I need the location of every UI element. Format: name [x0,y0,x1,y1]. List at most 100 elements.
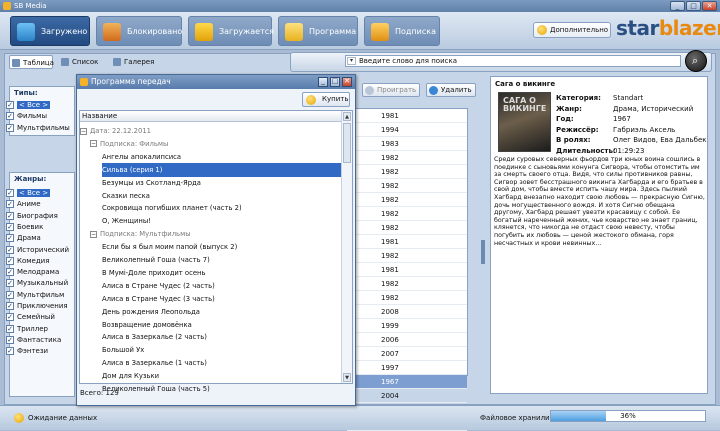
program-item[interactable]: Если бы я был моим папой (выпуск 2) [102,240,341,254]
table-row[interactable]: 2007 [347,347,467,361]
tab-downloading[interactable]: Загружается [188,16,274,46]
collapse-toggle-icon[interactable]: − [90,140,97,148]
table-row[interactable]: 1981 [347,109,467,123]
checkbox[interactable]: ✓ [6,313,14,322]
play-button[interactable]: Проиграть [362,83,420,97]
tab-subscription[interactable]: Подписка [364,16,440,46]
dialog-titlebar[interactable]: Программа передач [77,75,355,89]
search-button[interactable]: ⌕ [685,50,707,72]
checkbox-item[interactable]: ✓ Аниме [6,199,41,209]
window-titlebar[interactable]: SB Media [0,0,720,12]
table-row[interactable]: 1982 [347,151,467,165]
checkbox[interactable]: ✓ [6,335,14,344]
program-item[interactable]: О, Женщины! [102,214,341,228]
view-list-button[interactable]: Список [59,55,101,69]
checkbox[interactable]: ✓ [6,123,14,132]
checkbox-item[interactable]: ✓ Музыкальный [6,278,68,288]
checkbox-item[interactable]: ✓ Приключения [6,301,68,311]
checkbox[interactable]: ✓ [6,290,14,299]
table-row[interactable]: 2004 [347,389,467,403]
table-row[interactable]: 1982 [347,277,467,291]
view-gallery-button[interactable]: Галерея [111,55,159,69]
checkbox-item[interactable]: ✓ Комедия [6,256,49,266]
program-item[interactable]: Сильва (серия 1) [102,162,341,177]
dialog-close-button[interactable]: ✕ [342,77,352,87]
column-header-name[interactable]: Название [80,111,342,122]
collapse-toggle-icon[interactable]: − [90,230,97,238]
checkbox-item[interactable]: ✓ Исторический [6,245,69,255]
table-row[interactable]: 1967 [347,375,467,389]
program-item[interactable]: День рождения Леопольда [102,305,341,319]
program-item[interactable]: Великолепный Гоша (часть 5) [102,382,341,396]
program-item[interactable]: Алиса в Зазеркалье (2 часть) [102,330,341,344]
checkbox-item[interactable]: ✓ Драма [6,233,41,243]
scroll-down-icon[interactable]: ▼ [343,373,351,382]
checkbox-item[interactable]: ✓ Мультфильмы [6,123,70,133]
table-row[interactable]: 1982 [347,193,467,207]
program-item[interactable]: Великолепный Гоша (часть 7) [102,253,341,267]
checkbox[interactable]: ✓ [6,279,14,288]
checkbox[interactable]: ✓ [6,101,14,109]
scroll-up-icon[interactable]: ▲ [343,112,351,121]
scroll-thumb[interactable] [343,123,351,163]
checkbox-item[interactable]: ✓ < Все > [6,188,51,198]
delete-button[interactable]: Удалить [426,83,476,97]
program-item[interactable]: В Мумі-Доле приходит осень [102,266,341,280]
table-row[interactable]: 1982 [347,291,467,305]
program-item[interactable]: Безумцы из Скотланд-Ярда [102,176,341,190]
checkbox[interactable]: ✓ [6,222,14,231]
table-row[interactable]: 1981 [347,235,467,249]
subscription-group-row[interactable]: − Подписка: Фильмы [90,137,341,151]
table-row[interactable]: 1982 [347,207,467,221]
panel-splitter[interactable] [481,240,485,264]
close-button[interactable]: ✕ [702,1,717,11]
checkbox[interactable]: ✓ [6,268,14,277]
tab-downloaded[interactable]: Загружено [10,16,90,46]
checkbox-item[interactable]: ✓ < Все > [6,100,51,110]
premium-button[interactable]: Дополнительно [533,22,611,38]
date-group-row[interactable]: − Дата: 22.12.2011 [80,124,341,138]
table-row[interactable]: 1982 [347,165,467,179]
checkbox-item[interactable]: ✓ Мультфильм [6,290,64,300]
checkbox-item[interactable]: ✓ Триллер [6,324,48,334]
checkbox-item[interactable]: ✓ Мелодрама [6,267,59,277]
minimize-button[interactable]: _ [670,1,685,11]
buy-button[interactable]: Купить [302,92,350,107]
tab-program[interactable]: Программа [278,16,358,46]
program-item[interactable]: Дом для Кузьки [102,369,341,383]
checkbox-item[interactable]: ✓ Фильмы [6,111,47,121]
table-row[interactable]: 1982 [347,249,467,263]
program-item[interactable]: Ангелы апокалипсиса [102,150,341,164]
checkbox[interactable]: ✓ [6,302,14,310]
maximize-button[interactable]: □ [686,1,701,11]
search-dropdown[interactable]: ▾ [347,57,356,65]
search-input[interactable]: ▾ Введите слово для поиска [345,55,681,67]
checkbox-item[interactable]: ✓ Семейный [6,312,55,322]
checkbox[interactable]: ✓ [6,234,14,243]
program-item[interactable]: Алиса в Стране Чудес (3 часть) [102,292,341,306]
checkbox[interactable]: ✓ [6,211,14,220]
table-row[interactable]: 1994 [347,123,467,137]
checkbox-item[interactable]: ✓ Фантастика [6,335,61,345]
collapse-toggle-icon[interactable]: − [80,127,87,135]
table-row[interactable]: 1983 [347,137,467,151]
checkbox[interactable]: ✓ [6,324,14,333]
table-row[interactable]: 1997 [347,361,467,375]
program-item[interactable]: Алиса в Стране Чудес (2 часть) [102,279,341,293]
program-item[interactable]: Большой Ух [102,343,341,357]
table-row[interactable]: 1981 [347,263,467,277]
checkbox-item[interactable]: ✓ Фэнтези [6,346,48,356]
dialog-minimize-button[interactable]: _ [318,77,328,87]
checkbox-item[interactable]: ✓ Биография [6,211,58,221]
program-item[interactable]: Возвращение домовёнка [102,318,341,332]
table-row[interactable]: 1982 [347,179,467,193]
program-item[interactable]: Сокровища погибших планет (часть 2) [102,201,341,215]
checkbox-item[interactable]: ✓ Боевик [6,222,43,232]
checkbox[interactable]: ✓ [6,200,14,209]
program-item[interactable]: Алиса в Зазеркалье (1 часть) [102,356,341,370]
checkbox[interactable]: ✓ [6,256,14,265]
table-row[interactable]: 1982 [347,221,467,235]
table-row[interactable]: 1999 [347,319,467,333]
checkbox[interactable]: ✓ [6,112,14,121]
program-item[interactable]: Сказки песка [102,189,341,203]
